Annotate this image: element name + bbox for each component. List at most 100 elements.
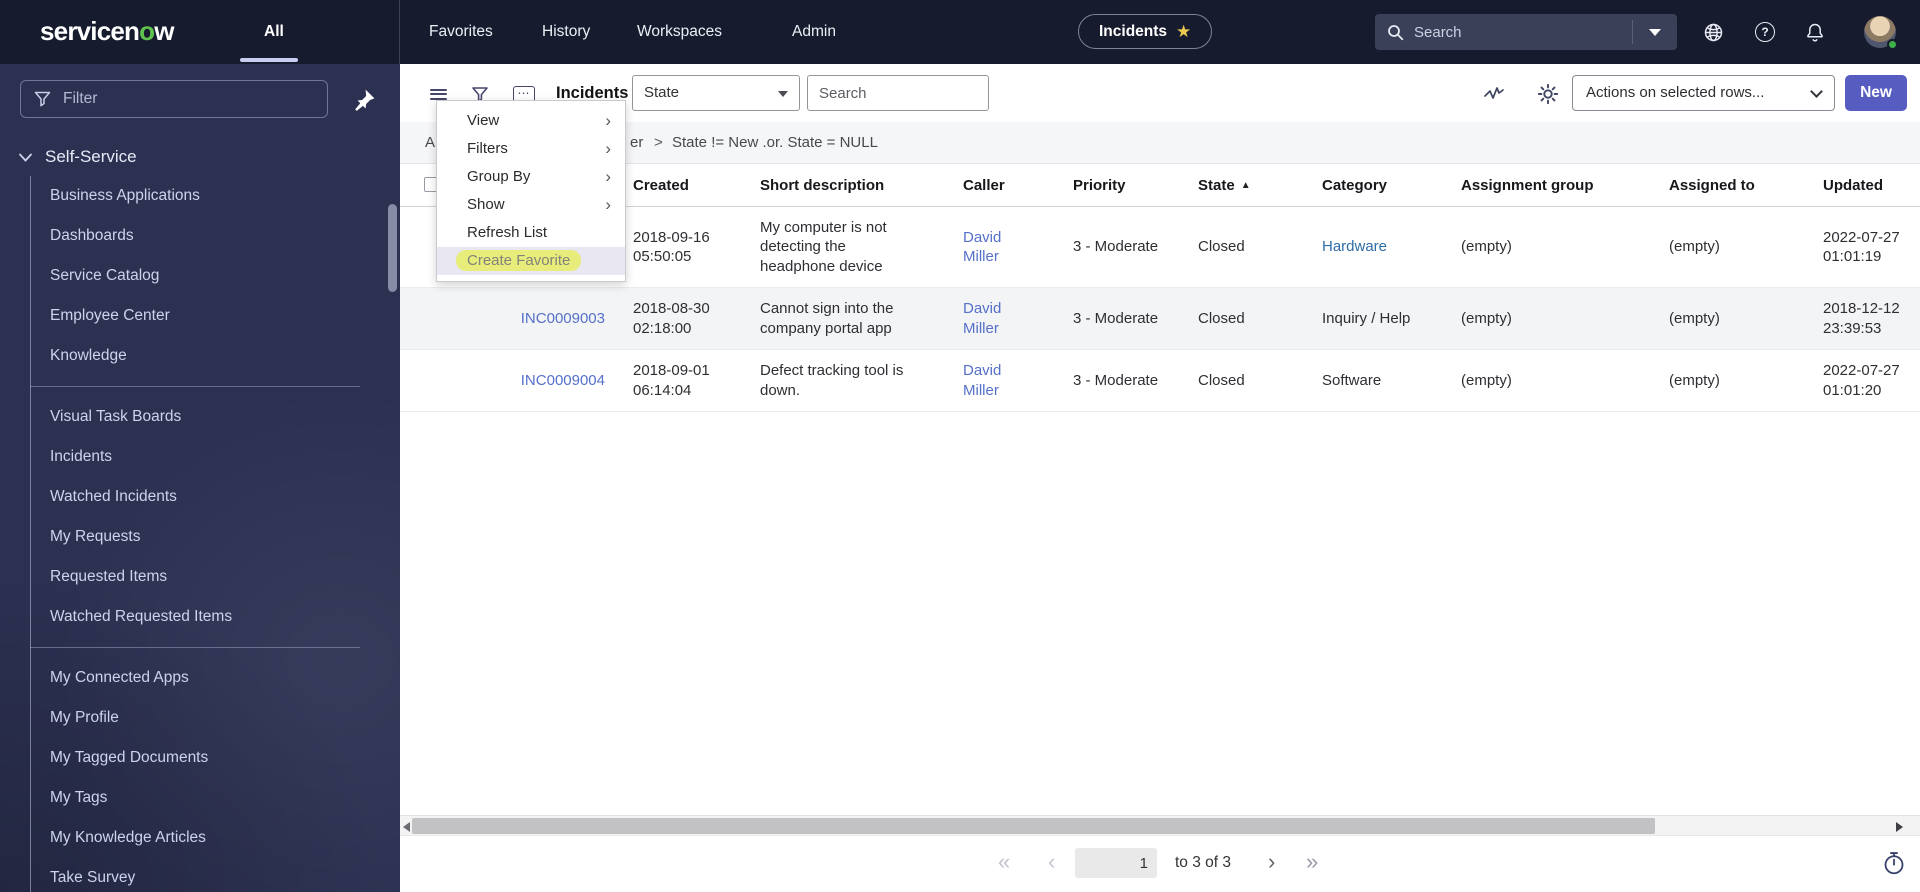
incident-number-link[interactable]: INC0009003 [490,288,605,349]
sidebar-item-incidents[interactable]: Incidents [0,437,400,477]
breadcrumb-separator: > [654,134,663,151]
previous-page-button[interactable]: ‹ [1048,842,1055,884]
next-page-button[interactable]: › [1268,842,1275,884]
menu-item-filters[interactable]: Filters › [437,135,625,163]
submenu-chevron-icon: › [605,139,611,158]
scroll-right-arrow-icon[interactable] [1896,822,1903,832]
menu-item-group-by[interactable]: Group By › [437,163,625,191]
last-page-button[interactable]: » [1306,842,1318,884]
help-icon: ? [1755,22,1775,42]
cell-category: Software [1322,371,1382,389]
cell-short-description: Defect tracking tool is down. [760,362,904,399]
sidebar-filter-input[interactable] [51,90,327,108]
sidebar-item-watched-incidents[interactable]: Watched Incidents [0,477,400,517]
table-row: INC0009003 2018-08-30 02:18:00 Cannot si… [400,288,1920,350]
actions-select-value: Actions on selected rows... [1586,84,1765,101]
menu-item-create-favorite[interactable]: Create Favorite [437,247,625,275]
column-header-priority[interactable]: Priority [1073,164,1185,207]
scroll-left-arrow-icon[interactable] [403,822,410,832]
cell-caller-link[interactable]: David Miller [963,207,1033,287]
menu-item-show[interactable]: Show › [437,191,625,219]
sort-ascending-icon: ▲ [1240,180,1251,191]
cell-assigned-to: (empty) [1669,371,1720,389]
new-button[interactable]: New [1845,75,1907,111]
column-header-updated[interactable]: Updated [1823,164,1918,207]
list-toolbar: ⋯ Incidents State Actions on selected ro… [400,64,1920,122]
search-input[interactable] [1404,23,1632,41]
horizontal-scrollbar[interactable] [400,815,1920,836]
pin-sidebar-button[interactable] [352,88,378,114]
section-label: Self-Service [45,147,137,166]
column-header-category[interactable]: Category [1322,164,1450,207]
help-button[interactable]: ? [1750,17,1780,47]
column-header-state[interactable]: State ▲ [1198,164,1298,207]
list-pagination: « ‹ to 3 of 3 › » [400,842,1920,884]
bell-icon [1807,23,1823,41]
sidebar-item-service-catalog[interactable]: Service Catalog [0,256,400,296]
sidebar-item-business-applications[interactable]: Business Applications [0,176,400,216]
ai-insights-button[interactable] [1482,82,1506,106]
sidebar-item-watched-requested-items[interactable]: Watched Requested Items [0,597,400,637]
incident-number-link[interactable]: INC0009004 [490,350,605,411]
sidebar-item-my-connected-apps[interactable]: My Connected Apps [0,658,400,698]
search-icon [1388,24,1404,40]
search-scope-caret-icon[interactable] [1649,28,1661,36]
cell-category-link[interactable]: Hardware [1322,207,1450,287]
cell-caller-link[interactable]: David Miller [963,288,1033,349]
page-number-box [1075,848,1157,878]
sidebar-item-my-requests[interactable]: My Requests [0,517,400,557]
star-icon[interactable]: ★ [1176,22,1191,42]
top-navbar: servicenow All Favorites History Workspa… [0,0,1920,64]
sidebar-item-my-tags[interactable]: My Tags [0,778,400,818]
nav-admin[interactable]: Admin [792,0,836,64]
cell-assignment-group: (empty) [1461,309,1512,327]
column-header-caller[interactable]: Caller [963,164,1033,207]
chevron-down-icon [19,153,32,162]
sidebar-item-take-survey[interactable]: Take Survey [0,858,400,892]
nav-history[interactable]: History [542,0,590,64]
cell-created: 2018-08-30 02:18:00 [633,300,710,337]
nav-workspaces[interactable]: Workspaces [637,0,722,64]
breadcrumb-fragment[interactable]: er [630,122,643,164]
search-field-select[interactable]: State [632,75,800,111]
page-number-input[interactable] [1075,848,1157,878]
list-search-input[interactable] [807,75,989,111]
servicenow-logo[interactable]: servicenow [40,16,174,47]
breadcrumb-filter-condition[interactable]: State != New .or. State = NULL [672,122,878,164]
column-header-assigned-to[interactable]: Assigned to [1669,164,1799,207]
sidebar-item-my-knowledge-articles[interactable]: My Knowledge Articles [0,818,400,858]
incidents-favorite-pill[interactable]: Incidents ★ [1078,14,1213,49]
notifications-button[interactable] [1800,17,1830,47]
column-header-created[interactable]: Created [633,164,728,207]
servicenow-screen: servicenow All Favorites History Workspa… [0,0,1920,892]
column-header-short-description[interactable]: Short description [760,164,925,207]
submenu-chevron-icon: › [605,111,611,130]
section-self-service[interactable]: Self-Service [0,142,400,172]
scrollbar-thumb[interactable] [412,818,1655,834]
first-page-button[interactable]: « [998,842,1010,884]
sidebar-item-employee-center[interactable]: Employee Center [0,296,400,336]
cell-state: Closed [1198,238,1245,256]
menu-item-refresh-list[interactable]: Refresh List [437,219,625,247]
user-avatar[interactable] [1864,16,1898,50]
cell-caller-link[interactable]: David Miller [963,350,1033,411]
menu-item-view[interactable]: View › [437,107,625,135]
cell-priority: 3 - Moderate [1073,238,1159,256]
row-range-label: to 3 of 3 [1175,854,1232,871]
sidebar-item-requested-items[interactable]: Requested Items [0,557,400,597]
language-globe-button[interactable] [1698,17,1728,47]
sidebar-item-visual-task-boards[interactable]: Visual Task Boards [0,397,400,437]
list-settings-button[interactable] [1536,82,1560,106]
nav-favorites[interactable]: Favorites [429,0,493,64]
select-caret-icon [778,91,788,97]
sidebar-item-knowledge[interactable]: Knowledge [0,336,400,376]
column-header-assignment-group[interactable]: Assignment group [1461,164,1641,207]
response-time-button[interactable] [1882,850,1908,876]
global-search [1375,14,1677,50]
nav-all-menu[interactable]: All [250,0,298,64]
sidebar-item-dashboards[interactable]: Dashboards [0,216,400,256]
sidebar-item-my-profile[interactable]: My Profile [0,698,400,738]
sidebar-item-my-tagged-documents[interactable]: My Tagged Documents [0,738,400,778]
actions-on-rows-select[interactable]: Actions on selected rows... [1572,75,1835,111]
globe-icon [1704,23,1722,41]
